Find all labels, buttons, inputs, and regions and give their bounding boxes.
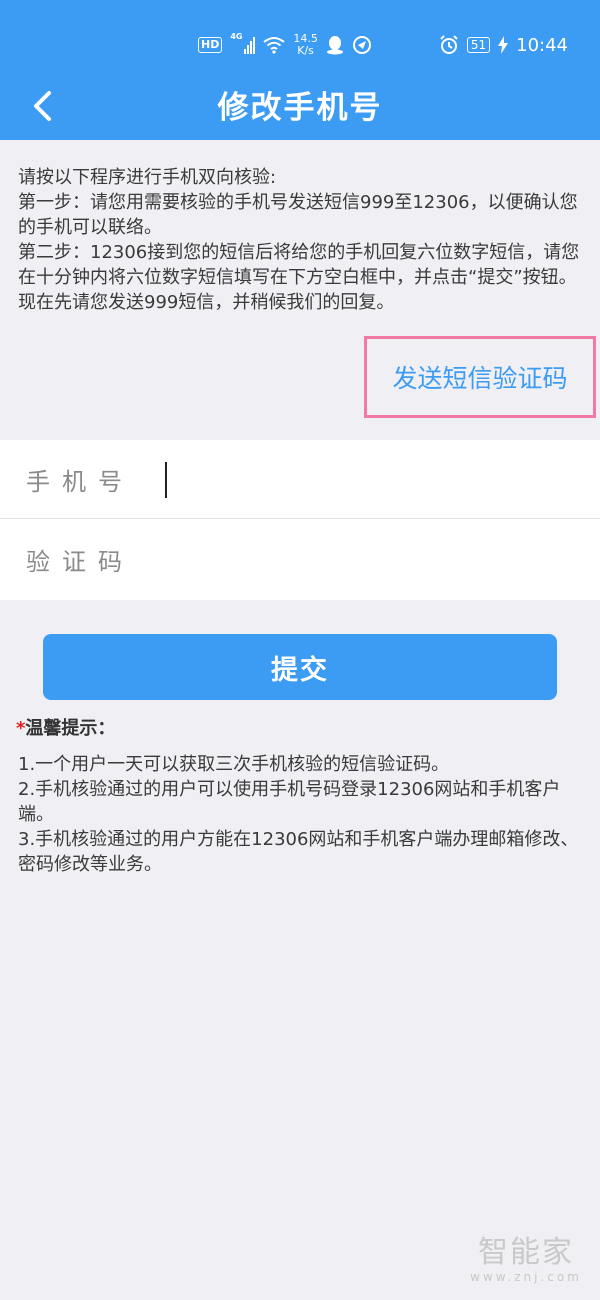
wifi-icon bbox=[263, 37, 285, 54]
hd-icon: HD bbox=[198, 37, 223, 53]
instruction-intro: 请按以下程序进行手机双向核验: bbox=[18, 167, 277, 188]
status-bar: HD 4G 14.5 K/s 51 10:44 bbox=[0, 0, 600, 88]
watermark-url: www.znj.com bbox=[470, 1270, 582, 1284]
charging-icon bbox=[498, 36, 509, 54]
tip-item: 2.手机核验通过的用户可以使用手机号码登录12306网站和手机客户端。 bbox=[18, 779, 561, 825]
tips-list: 1.一个用户一天可以获取三次手机核验的短信验证码。 2.手机核验通过的用户可以使… bbox=[18, 752, 592, 877]
clock-time: 10:44 bbox=[516, 34, 568, 56]
instruction-step-2: 第二步：12306接到您的短信后将给您的手机回复六位数字短信，请您在十分钟内将六… bbox=[18, 242, 580, 313]
app-header: HD 4G 14.5 K/s 51 10:44 修改手机号 bbox=[0, 0, 600, 140]
network-speed: 14.5 K/s bbox=[293, 33, 318, 57]
page-title: 修改手机号 bbox=[217, 90, 383, 126]
instructions-text: 请按以下程序进行手机双向核验: 第一步：请您用需要核验的手机号发送短信999至1… bbox=[18, 165, 586, 315]
status-icons-right: 51 10:44 bbox=[439, 30, 568, 60]
tip-item: 3.手机核验通过的用户方能在12306网站和手机客户端办理邮箱修改、密码修改等业… bbox=[18, 829, 579, 875]
watermark-main: 智能家 bbox=[478, 1235, 574, 1270]
qq-icon bbox=[326, 36, 343, 55]
network-type-label: 4G bbox=[230, 32, 243, 41]
required-star: * bbox=[16, 718, 26, 739]
instruction-step-1: 第一步：请您用需要核验的手机号发送短信999至12306，以便确认您的手机可以联… bbox=[18, 192, 578, 238]
tips-heading: *温馨提示： bbox=[16, 714, 115, 740]
phone-row: 手机号 bbox=[0, 440, 600, 519]
speed-unit: K/s bbox=[297, 44, 314, 57]
code-row: 验证码 bbox=[0, 520, 600, 599]
text-cursor bbox=[165, 462, 167, 498]
alarm-icon bbox=[440, 35, 458, 54]
status-icons-left: HD 4G 14.5 K/s bbox=[198, 30, 372, 60]
tips-title: 温馨提示： bbox=[25, 718, 116, 739]
phone-label: 手机号 bbox=[26, 467, 134, 496]
battery-level: 51 bbox=[466, 37, 491, 53]
code-label: 验证码 bbox=[26, 548, 134, 576]
navigation-app-icon bbox=[352, 36, 371, 54]
verification-form: 手机号 验证码 bbox=[0, 440, 600, 600]
tip-item: 1.一个用户一天可以获取三次手机核验的短信验证码。 bbox=[18, 754, 450, 775]
phone-input[interactable] bbox=[160, 454, 600, 504]
submit-button[interactable]: 提交 bbox=[43, 634, 557, 700]
watermark-logo: 智能家 www.znj.com bbox=[466, 1235, 586, 1285]
code-input[interactable] bbox=[160, 534, 600, 585]
send-sms-code-button[interactable]: 发送短信验证码 bbox=[364, 336, 596, 418]
signal-icon: 4G bbox=[230, 32, 256, 54]
